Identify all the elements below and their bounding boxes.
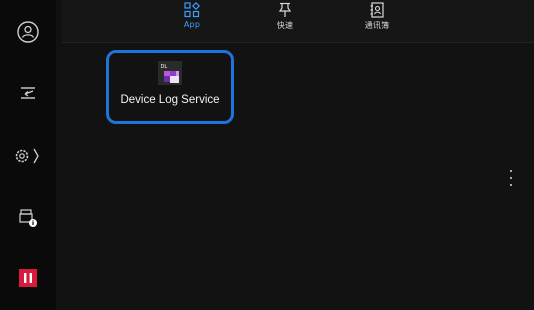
- top-tab-bar: App 快速 通讯簿: [62, 0, 534, 43]
- contacts-icon: [370, 2, 384, 18]
- tab-quick-label: 快速: [276, 21, 294, 30]
- dot: [510, 184, 512, 186]
- app-tile-device-log-service[interactable]: DL Device Log Service: [106, 50, 234, 124]
- dot: [510, 170, 512, 172]
- tab-app-label: App: [183, 20, 201, 29]
- tab-app[interactable]: App: [162, 2, 222, 40]
- user-button[interactable]: [0, 12, 56, 52]
- pause-button[interactable]: [0, 258, 56, 298]
- svg-text:DL: DL: [161, 64, 168, 70]
- pin-icon: [278, 2, 292, 17]
- settings-button[interactable]: [0, 136, 56, 176]
- more-options-icon[interactable]: [508, 170, 514, 186]
- tab-quick[interactable]: 快速: [255, 2, 315, 40]
- device-log-service-icon: DL: [158, 61, 182, 85]
- left-sidebar: [0, 0, 56, 310]
- tab-contacts-label: 通讯簿: [364, 21, 390, 30]
- minimize-button[interactable]: [0, 73, 56, 113]
- minimize-icon: [21, 87, 35, 99]
- app-label: Device Log Service: [120, 94, 220, 106]
- grid-icon: [184, 2, 200, 18]
- settings-icon: [15, 148, 39, 164]
- dot: [510, 177, 512, 179]
- user-icon: [17, 21, 39, 43]
- printer-info-button[interactable]: [0, 198, 56, 238]
- main-area: App 快速 通讯簿 DL Device Log Service: [62, 0, 534, 310]
- pause-icon: [19, 269, 37, 287]
- tab-contacts[interactable]: 通讯簿: [347, 2, 407, 40]
- printer-info-icon: [19, 209, 37, 227]
